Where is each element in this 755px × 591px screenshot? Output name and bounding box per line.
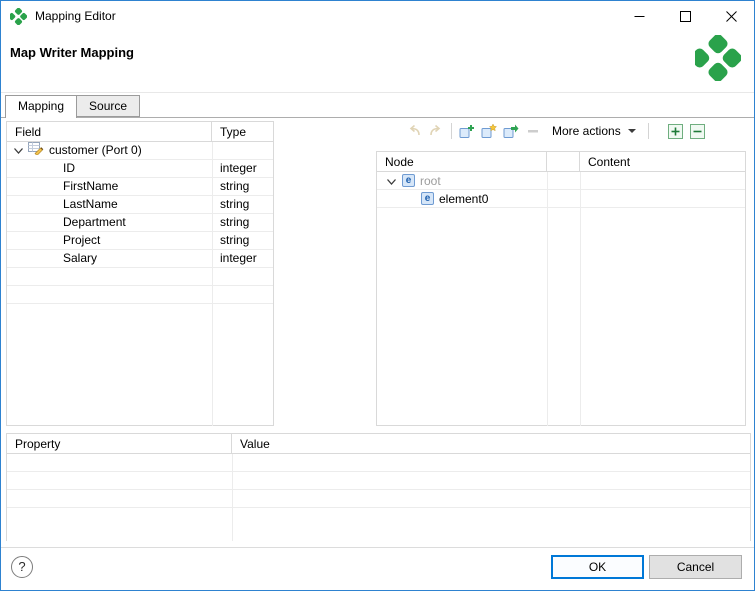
field-row-id[interactable]: ID integer	[7, 160, 273, 178]
more-actions-label: More actions	[552, 124, 621, 138]
tab-bar: Mapping Source	[5, 95, 141, 118]
help-button[interactable]: ?	[11, 556, 33, 578]
property-table: Property Value	[6, 433, 751, 541]
mapping-editor-dialog: Mapping Editor Map Writer Mapping Mappin…	[0, 0, 755, 591]
map-arrow-left-icon[interactable]	[403, 120, 425, 142]
element-icon: e	[421, 192, 434, 205]
field-name: FirstName	[63, 179, 119, 193]
tree-node-label: root	[420, 173, 441, 188]
clover-logo	[690, 34, 742, 82]
node-column-divider	[547, 172, 548, 426]
field-type-divider	[212, 142, 213, 426]
content-column-divider	[580, 172, 581, 426]
cancel-button[interactable]: Cancel	[649, 555, 742, 579]
add-property-icon[interactable]	[500, 120, 522, 142]
node-table-header: Node Content	[377, 152, 745, 172]
empty-table-row	[7, 454, 750, 472]
field-row-department[interactable]: Department string	[7, 214, 273, 232]
column-header-field[interactable]: Field	[7, 122, 212, 141]
column-header-type[interactable]: Type	[212, 122, 273, 141]
column-header-content[interactable]: Content	[580, 152, 745, 171]
element-icon: e	[402, 174, 415, 187]
record-edit-icon	[28, 142, 44, 159]
field-name: Department	[63, 215, 126, 229]
tree-node-label: customer (Port 0)	[49, 143, 142, 157]
maximize-button[interactable]	[662, 1, 708, 31]
app-clover-icon	[8, 7, 28, 25]
empty-table-row	[7, 490, 750, 508]
add-wildcard-element-icon[interactable]	[478, 120, 500, 142]
tree-row-customer[interactable]: customer (Port 0)	[7, 142, 273, 160]
property-table-body	[7, 454, 750, 541]
tab-source[interactable]: Source	[76, 95, 141, 117]
column-header-property[interactable]: Property	[7, 434, 232, 453]
button-bar-separator	[1, 547, 754, 548]
empty-table-row	[7, 286, 273, 304]
map-arrow-right-icon[interactable]	[425, 120, 447, 142]
field-row-project[interactable]: Project string	[7, 232, 273, 250]
property-value-divider	[232, 454, 233, 541]
tab-mapping[interactable]: Mapping	[5, 95, 78, 118]
chevron-down-icon	[627, 129, 636, 133]
collapse-all-icon[interactable]	[687, 120, 709, 142]
window-title: Mapping Editor	[35, 9, 116, 23]
field-row-firstname[interactable]: FirstName string	[7, 178, 273, 196]
remove-node-icon[interactable]	[522, 120, 544, 142]
field-name: Project	[63, 233, 101, 247]
field-name: Salary	[63, 251, 98, 265]
expand-chevron-icon[interactable]	[387, 174, 396, 188]
node-toolbar: More actions	[379, 119, 747, 143]
field-type: string	[220, 215, 250, 229]
page-title: Map Writer Mapping	[10, 45, 134, 60]
add-child-element-icon[interactable]	[456, 120, 478, 142]
column-header-spacer	[547, 152, 580, 171]
field-name: LastName	[63, 197, 118, 211]
tree-node-label: element0	[439, 191, 489, 206]
node-table: Node Content e root e element0	[376, 151, 746, 426]
field-type: string	[220, 197, 250, 211]
field-table-body: customer (Port 0) ID integer FirstName s…	[7, 142, 273, 426]
field-table-header: Field Type	[7, 122, 273, 142]
field-row-lastname[interactable]: LastName string	[7, 196, 273, 214]
field-row-salary[interactable]: Salary integer	[7, 250, 273, 268]
node-table-body: e root e element0	[377, 172, 745, 426]
title-bar: Mapping Editor	[1, 1, 754, 31]
close-button[interactable]	[708, 1, 754, 31]
toolbar-separator	[451, 123, 452, 139]
ok-button[interactable]: OK	[551, 555, 644, 579]
expand-all-icon[interactable]	[665, 120, 687, 142]
field-type: string	[220, 179, 250, 193]
field-type: integer	[220, 161, 257, 175]
window-controls	[616, 1, 754, 31]
header-separator	[1, 92, 754, 93]
empty-table-row	[7, 472, 750, 490]
expand-chevron-icon[interactable]	[14, 142, 23, 159]
column-header-value[interactable]: Value	[232, 434, 750, 453]
toolbar-separator	[647, 123, 649, 139]
column-header-node[interactable]: Node	[377, 152, 547, 171]
tree-row-element0[interactable]: e element0	[377, 190, 745, 208]
field-name: ID	[63, 161, 75, 175]
more-actions-button[interactable]: More actions	[545, 120, 643, 142]
field-table: Field Type customer (Port 0) ID integer …	[6, 121, 274, 426]
minimize-button[interactable]	[616, 1, 662, 31]
field-type: integer	[220, 251, 257, 265]
property-table-header: Property Value	[7, 434, 750, 454]
tree-row-root[interactable]: e root	[377, 172, 745, 190]
field-type: string	[220, 233, 250, 247]
empty-table-row	[7, 268, 273, 286]
